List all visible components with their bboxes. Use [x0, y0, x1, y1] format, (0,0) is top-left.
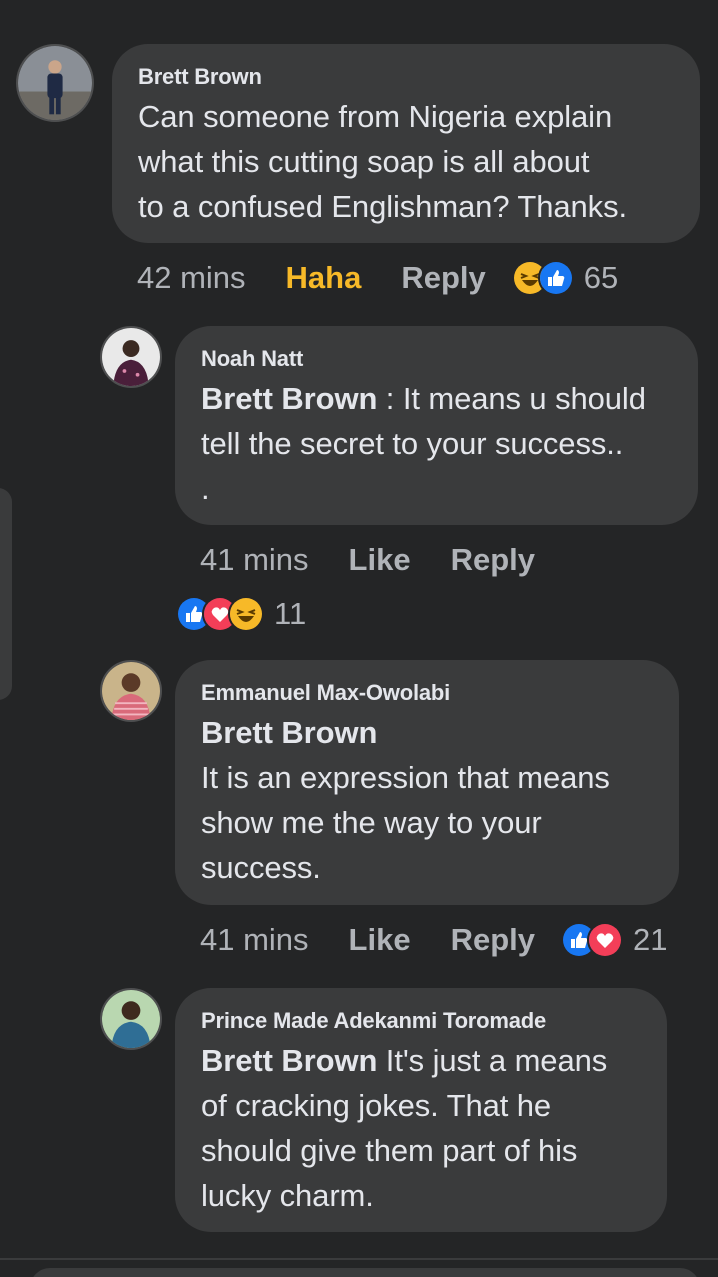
reply-button[interactable]: Reply — [401, 260, 485, 296]
comment-text: Brett Brown It is an expression that mea… — [201, 710, 653, 890]
comment-meta: 41 mins Like Reply 21 — [200, 918, 667, 962]
comment-bubble[interactable]: Prince Made Adekanmi Toromade Brett Brow… — [175, 988, 667, 1232]
comment-meta: 42 mins Haha Reply 65 — [137, 256, 618, 300]
mention-link[interactable]: Brett Brown — [201, 1043, 377, 1078]
love-icon — [587, 922, 623, 958]
divider — [0, 1258, 718, 1260]
comment-author[interactable]: Prince Made Adekanmi Toromade — [201, 1008, 641, 1034]
comment-time[interactable]: 41 mins — [200, 922, 309, 958]
comment-text: Brett Brown It's just a means of crackin… — [201, 1038, 641, 1218]
avatar[interactable] — [100, 988, 162, 1050]
like-icon — [537, 260, 574, 296]
reaction-summary[interactable] — [176, 596, 264, 632]
comment-time[interactable]: 42 mins — [137, 260, 246, 296]
like-button[interactable]: Like — [349, 922, 411, 958]
comment-bubble[interactable]: Emmanuel Max-Owolabi Brett Brown It is a… — [175, 660, 679, 905]
side-drawer-handle[interactable] — [0, 488, 12, 700]
comments-screen: Brett Brown Can someone from Nigeria exp… — [0, 0, 718, 1277]
mention-link[interactable]: Brett Brown — [201, 381, 377, 416]
avatar[interactable] — [100, 660, 162, 722]
haha-reaction-button[interactable]: Haha — [286, 260, 362, 296]
comment-time[interactable]: 41 mins — [200, 542, 309, 578]
comment-bubble[interactable]: Noah Natt Brett Brown : It means u shoul… — [175, 326, 698, 525]
reaction-summary[interactable] — [561, 922, 623, 958]
avatar[interactable] — [16, 44, 94, 122]
comment-body: It is an expression that means show me t… — [201, 760, 610, 885]
comment-author[interactable]: Brett Brown — [138, 64, 674, 90]
comment-text: Brett Brown : It means u should tell the… — [201, 376, 672, 511]
comment-author[interactable]: Noah Natt — [201, 346, 672, 372]
reaction-summary[interactable] — [511, 260, 574, 296]
comment-composer[interactable] — [30, 1268, 700, 1277]
comment-meta: 41 mins Like Reply — [200, 538, 535, 582]
avatar[interactable] — [100, 326, 162, 388]
like-button[interactable]: Like — [349, 542, 411, 578]
reply-button[interactable]: Reply — [451, 542, 535, 578]
mention-link[interactable]: Brett Brown — [201, 715, 377, 750]
reaction-count[interactable]: 21 — [633, 922, 667, 958]
comment-bubble[interactable]: Brett Brown Can someone from Nigeria exp… — [112, 44, 700, 243]
reply-button[interactable]: Reply — [451, 922, 535, 958]
comment-author[interactable]: Emmanuel Max-Owolabi — [201, 680, 653, 706]
reaction-count[interactable]: 65 — [584, 260, 618, 296]
reaction-count[interactable]: 11 — [274, 596, 306, 632]
haha-icon — [228, 596, 264, 632]
comment-text: Can someone from Nigeria explain what th… — [138, 99, 627, 224]
reaction-summary-row[interactable]: 11 — [176, 592, 306, 636]
